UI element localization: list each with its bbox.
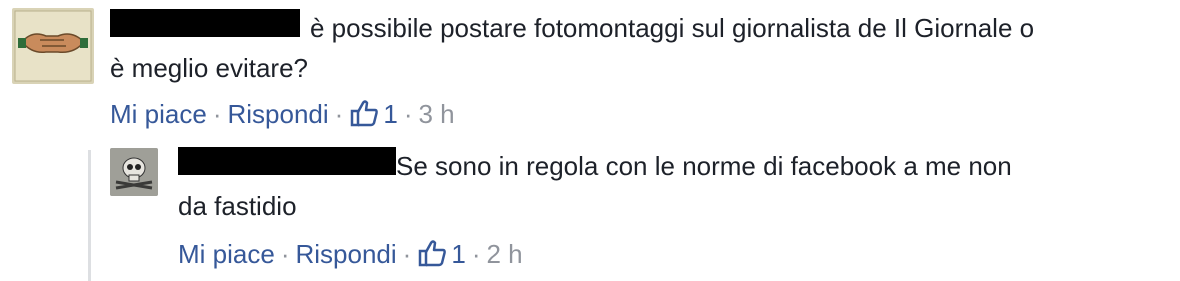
- reply-thread-line: [88, 150, 91, 281]
- separator: ·: [403, 99, 413, 129]
- reply-link[interactable]: Rispondi: [296, 239, 397, 269]
- avatar[interactable]: [12, 8, 94, 84]
- separator: ·: [334, 99, 344, 129]
- like-link[interactable]: Mi piace: [178, 239, 275, 269]
- like-link[interactable]: Mi piace: [110, 99, 207, 129]
- comment-actions: Mi piace · Rispondi · 1 · 2 h: [178, 238, 523, 274]
- comment-text-line: da fastidio: [178, 191, 297, 221]
- comment-text: Se sono in regola con le norme di facebo…: [178, 146, 1168, 226]
- like-count[interactable]: 1: [451, 239, 465, 269]
- reply-link[interactable]: Rispondi: [228, 99, 329, 129]
- comment-text-line: è possibile postare fotomontaggi sul gio…: [310, 13, 1035, 43]
- comment-text-line: è meglio evitare?: [110, 53, 308, 83]
- separator: ·: [471, 239, 481, 269]
- avatar[interactable]: [110, 148, 158, 196]
- comment-actions: Mi piace · Rispondi · 1 · 3 h: [110, 98, 455, 134]
- comment-text: è possibile postare fotomontaggi sul gio…: [110, 8, 1170, 88]
- redacted-author-name: [178, 147, 396, 175]
- comment-text-line: Se sono in regola con le norme di facebo…: [396, 151, 1012, 181]
- timestamp[interactable]: 2 h: [486, 239, 522, 269]
- like-count[interactable]: 1: [383, 99, 397, 129]
- thumbs-up-icon[interactable]: [349, 99, 379, 134]
- separator: ·: [280, 239, 290, 269]
- separator: ·: [212, 99, 222, 129]
- separator: ·: [402, 239, 412, 269]
- redacted-author-name: [110, 9, 300, 37]
- thumbs-up-icon[interactable]: [417, 239, 447, 274]
- handshake-avatar-image: [12, 8, 94, 84]
- timestamp[interactable]: 3 h: [418, 99, 454, 129]
- skull-avatar-image: [110, 148, 158, 196]
